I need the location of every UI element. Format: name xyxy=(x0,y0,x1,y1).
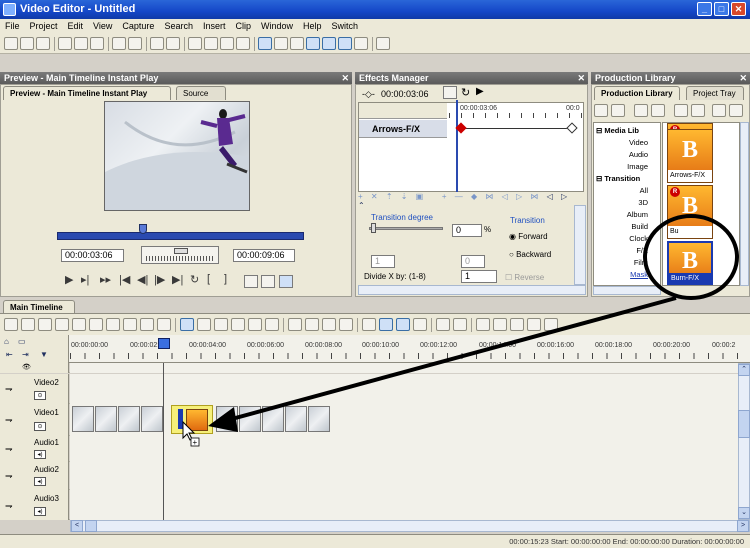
annotation-overlay: + xyxy=(182,214,739,447)
svg-text:+: + xyxy=(193,438,198,447)
highlight-circle xyxy=(643,214,739,300)
drag-arrow-head xyxy=(208,407,238,432)
drag-arrow xyxy=(227,296,677,422)
